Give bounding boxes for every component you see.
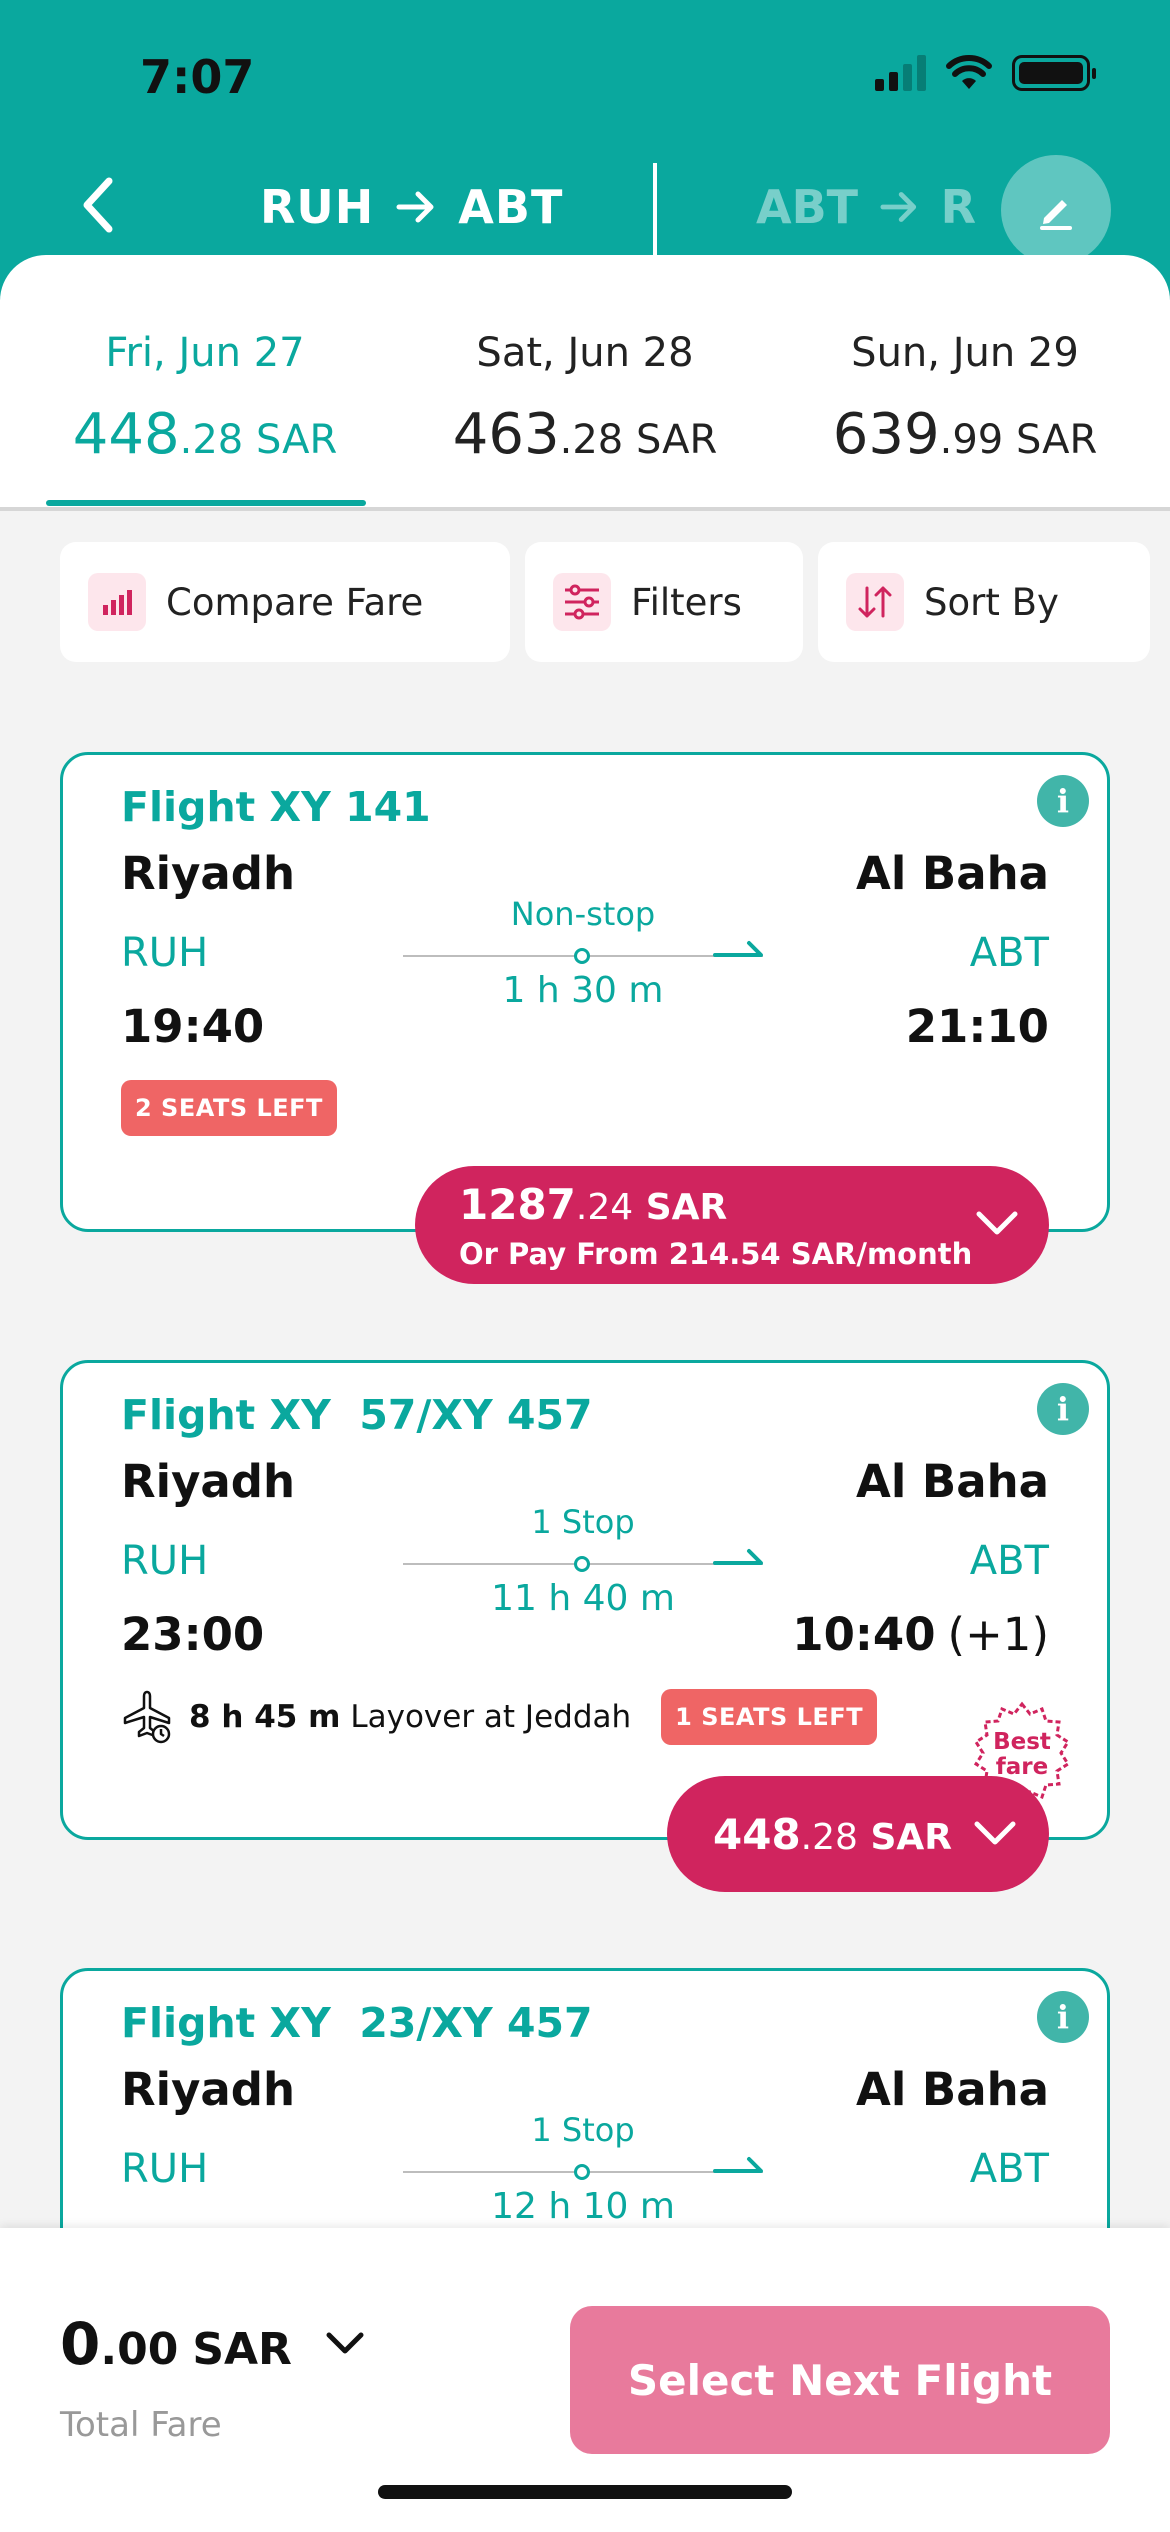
route-dot (574, 1556, 590, 1572)
layover-plane-icon (123, 1690, 171, 1744)
price-amount: 1287.24 SAR (459, 1179, 728, 1229)
duration-label: 11 h 40 m (491, 1578, 675, 1619)
info-icon[interactable]: i (1037, 1383, 1089, 1435)
flight-card[interactable]: Flight XY 57/XY 457 i Riyadh Al Baha RUH… (60, 1360, 1110, 1840)
arrival-time: 10:40 (+1) (792, 1608, 1049, 1661)
battery-icon (1012, 55, 1096, 91)
seats-left-badge: 2 SEATS LEFT (121, 1080, 337, 1136)
date-tab-sun-jun-29[interactable]: Sun, Jun 29 639.99 SAR (775, 330, 1155, 467)
destination-city: Al Baha (856, 2063, 1049, 2116)
home-indicator (378, 2485, 792, 2499)
price-button[interactable]: 448.28 SAR (667, 1776, 1049, 1892)
installment-text: Or Pay From 214.54 SAR/month (459, 1236, 973, 1271)
origin-city: Riyadh (121, 847, 296, 900)
compare-fare-button[interactable]: Compare Fare (60, 542, 510, 662)
route-active-tab[interactable]: RUH ABT (260, 180, 563, 234)
wifi-icon (946, 55, 992, 89)
tabs-divider (0, 507, 1170, 511)
back-button[interactable] (68, 170, 128, 240)
flight-arrow-icon (713, 2157, 763, 2173)
flight-arrow-icon (713, 1549, 763, 1565)
total-fare-amount[interactable]: 0.00 SAR (60, 2310, 292, 2378)
total-fare-label: Total Fare (60, 2405, 222, 2445)
seats-left-badge: 1 SEATS LEFT (661, 1689, 878, 1745)
destination-city: Al Baha (856, 1455, 1049, 1508)
date-tab-fri-jun-27[interactable]: Fri, Jun 27 448.28 SAR (15, 330, 395, 467)
chevron-down-icon (976, 1211, 1018, 1235)
sort-by-button[interactable]: Sort By (818, 542, 1150, 662)
sliders-icon (553, 573, 611, 631)
info-icon[interactable]: i (1037, 775, 1089, 827)
edit-button[interactable] (1001, 155, 1111, 265)
stops-label: Non-stop (510, 895, 656, 933)
layover-duration: 8 h 45 m (189, 1699, 341, 1735)
info-icon[interactable]: i (1037, 1991, 1089, 2043)
bar-chart-icon (88, 573, 146, 631)
flight-number: Flight XY 141 (121, 783, 431, 831)
destination-code: ABT (969, 1538, 1049, 1584)
chevron-left-icon (83, 177, 113, 233)
route-dot (574, 2164, 590, 2180)
date-label: Sat, Jun 28 (476, 330, 694, 376)
duration-label: 12 h 10 m (491, 2186, 675, 2227)
date-label: Sun, Jun 29 (851, 330, 1079, 376)
chevron-down-icon (974, 1821, 1016, 1845)
sort-icon (846, 573, 904, 631)
flight-number: Flight XY 23/XY 457 (121, 1999, 593, 2047)
origin-code: RUH (121, 930, 209, 976)
layover-text: Layover at Jeddah (350, 1699, 632, 1735)
destination-city: Al Baha (856, 847, 1049, 900)
day-offset: (+1) (947, 1608, 1049, 1661)
date-tab-sat-jun-28[interactable]: Sat, Jun 28 463.28 SAR (395, 330, 775, 467)
select-next-flight-button[interactable]: Select Next Flight (570, 2306, 1110, 2454)
date-price: 639.99 SAR (832, 402, 1098, 467)
status-time: 7:07 (140, 50, 255, 104)
duration-label: 1 h 30 m (502, 970, 664, 1011)
flight-card[interactable]: Flight XY 141 i Riyadh Al Baha RUH ABT N… (60, 752, 1110, 1232)
route-to: ABT (458, 180, 564, 234)
filters-button[interactable]: Filters (525, 542, 803, 662)
layover-info: 8 h 45 m Layover at Jeddah 1 SEATS LEFT (123, 1688, 878, 1746)
pencil-icon (1040, 200, 1072, 230)
best-fare-line1: Best (993, 1729, 1051, 1755)
active-tab-indicator (46, 500, 366, 506)
price-amount: 448.28 SAR (713, 1809, 952, 1859)
filters-label: Filters (631, 580, 742, 624)
departure-time: 23:00 (121, 1608, 265, 1661)
destination-code: ABT (969, 930, 1049, 976)
best-fare-line2: fare (996, 1754, 1048, 1780)
seats-left-wrap: 2 SEATS LEFT (121, 1080, 337, 1136)
origin-code: RUH (121, 1538, 209, 1584)
stops-label: 1 Stop (531, 1503, 635, 1541)
arrow-right-icon (880, 192, 917, 222)
origin-code: RUH (121, 2146, 209, 2192)
route-next-tab[interactable]: ABT R (756, 180, 976, 234)
flight-number: Flight XY 57/XY 457 (121, 1391, 593, 1439)
date-price: 448.28 SAR (72, 402, 338, 467)
arrow-right-icon (396, 191, 434, 223)
chevron-down-icon[interactable] (325, 2330, 365, 2358)
route-from: RUH (260, 180, 375, 234)
route-dot (574, 948, 590, 964)
flight-arrow-icon (713, 941, 763, 957)
price-button[interactable]: 1287.24 SAR Or Pay From 214.54 SAR/month (415, 1166, 1049, 1284)
compare-fare-label: Compare Fare (166, 580, 424, 624)
date-label: Fri, Jun 27 (105, 330, 305, 376)
status-icons (875, 55, 1096, 91)
date-price: 463.28 SAR (452, 402, 718, 467)
next-route-from: ABT (756, 180, 859, 234)
origin-city: Riyadh (121, 1455, 296, 1508)
signal-icon (875, 55, 926, 91)
next-route-to: R (940, 180, 976, 234)
sort-by-label: Sort By (924, 580, 1059, 624)
destination-code: ABT (969, 2146, 1049, 2192)
arrival-time: 21:10 (905, 1000, 1049, 1053)
departure-time: 19:40 (121, 1000, 265, 1053)
stops-label: 1 Stop (531, 2111, 635, 2149)
route-divider (653, 163, 657, 255)
origin-city: Riyadh (121, 2063, 296, 2116)
